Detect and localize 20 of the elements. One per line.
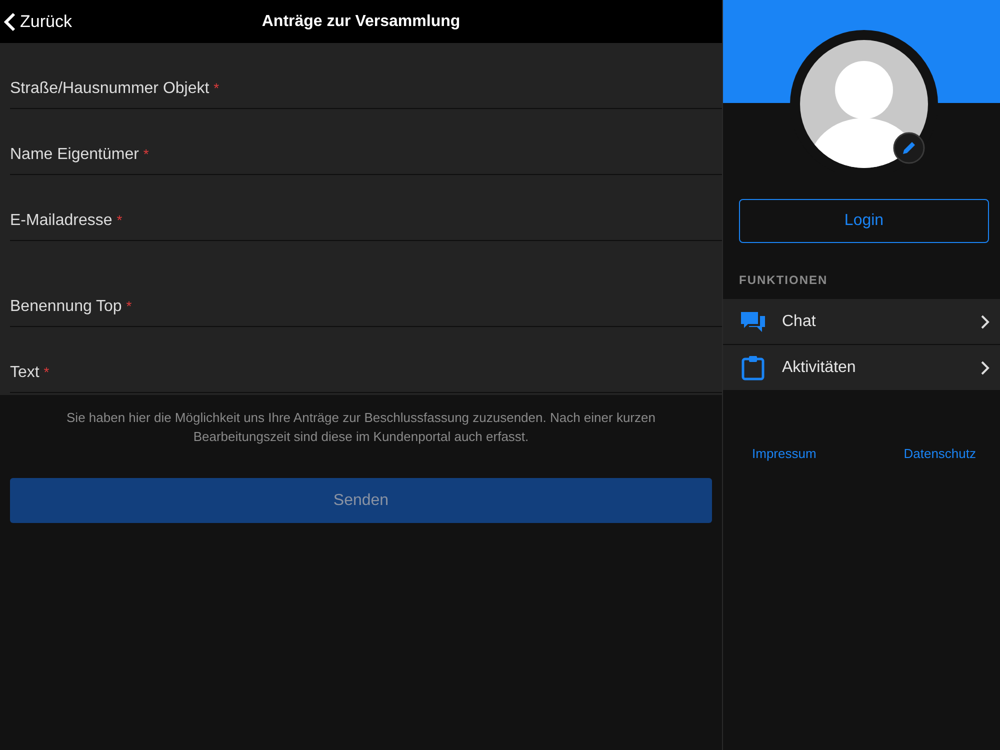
menu-item[interactable]: Aktivitäten	[723, 344, 1000, 390]
screen-title: Anträge zur Versammlung	[262, 12, 460, 30]
chat-bubbles-icon	[740, 310, 766, 332]
text-field[interactable]: Text *	[10, 327, 722, 393]
chevron-right-icon	[980, 314, 990, 330]
hint-text: Sie haben hier die Möglichkeit uns Ihre Anträge zur Beschlussfassung zuzusenden. Nach einer kurzen Bearbeitungszeit sind diese im Kundenportal auch erfasst.	[66, 409, 656, 446]
back-button[interactable]: Zurück	[0, 6, 76, 36]
footer-link[interactable]: Datenschutz	[904, 446, 976, 461]
text-field[interactable]: Benennung Top *	[10, 241, 722, 327]
text-field[interactable]: E-Mailadresse *	[10, 175, 722, 241]
section-heading: FUNKTIONEN	[739, 273, 829, 287]
login-button[interactable]: Login	[739, 199, 989, 243]
chevron-right-icon	[980, 360, 990, 376]
pencil-icon[interactable]	[893, 132, 925, 164]
menu-item[interactable]: Chat	[723, 299, 1000, 344]
footer-link[interactable]: Impressum	[752, 446, 816, 461]
text-field[interactable]: Straße/Hausnummer Objekt *	[10, 43, 722, 109]
text-field[interactable]: Name Eigentümer *	[10, 109, 722, 175]
clipboard-icon	[740, 354, 766, 380]
chevron-left-icon	[4, 12, 16, 32]
